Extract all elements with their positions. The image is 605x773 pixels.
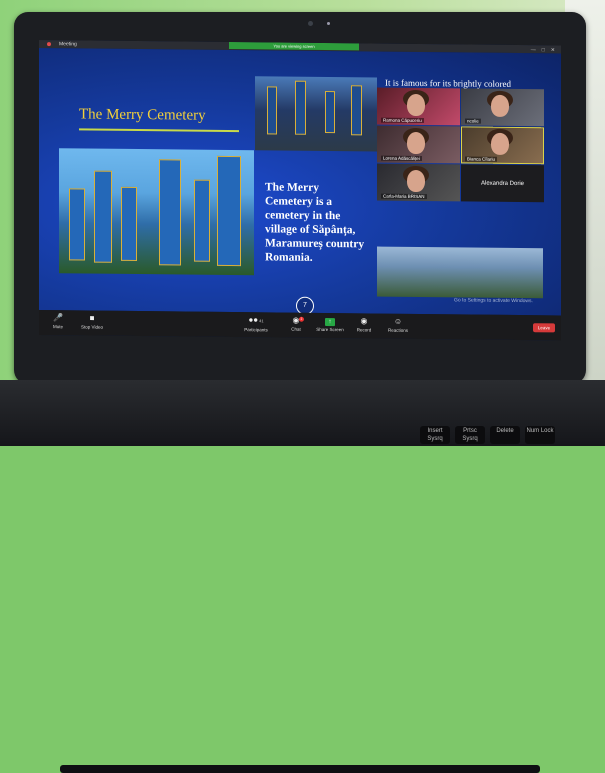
body-line: cemetery in the: [265, 209, 341, 223]
webcam-icon: [308, 21, 313, 26]
key-delete[interactable]: Delete: [490, 426, 520, 444]
laptop-hinge: [60, 765, 540, 773]
video-tile-camera-off[interactable]: Alexandra Dorie: [461, 164, 544, 203]
reactions-label: Reactions: [387, 327, 408, 333]
laptop-screen: Meeting You are viewing screen — □ ✕ The…: [39, 40, 561, 341]
participant-name: ncolie: [465, 118, 481, 124]
cross-shape: [159, 159, 181, 266]
cross-shape: [325, 90, 335, 134]
record-button[interactable]: ◉ Record: [347, 316, 381, 333]
slide-body-text: The Merry Cemetery is a cemetery in the …: [265, 180, 385, 265]
share-screen-label: Share Screen: [316, 326, 344, 333]
window-title: Meeting: [59, 41, 77, 48]
body-line: The Merry: [265, 181, 319, 194]
stop-video-button[interactable]: ■ Stop Video: [75, 313, 109, 330]
chat-button[interactable]: ◉ 2 Chat: [279, 316, 313, 333]
participant-name: Carla-Maria BRISAN: [381, 193, 427, 200]
title-underline: [79, 128, 239, 133]
participants-count: 41: [259, 318, 264, 324]
chat-label: Chat: [291, 326, 301, 332]
key-numlock[interactable]: Num Lock: [525, 426, 555, 444]
participants-button[interactable]: ●●41 Participants: [239, 315, 273, 333]
body-line: Romania.: [265, 251, 313, 264]
participants-icon: ●●41: [248, 315, 264, 325]
stop-video-label: Stop Video: [81, 324, 103, 330]
participant-face: [491, 94, 509, 117]
mute-label: Mute: [52, 324, 63, 330]
participant-gallery: Ramona Căpuceriu ncolie Lorena Adăscăliț…: [377, 87, 544, 240]
microphone-icon: 🎤: [53, 313, 63, 323]
activation-watermark: Go to Settings to activate Windows.: [454, 297, 533, 305]
leave-button[interactable]: Leave: [533, 323, 555, 333]
cemetery-photo-bottom: [377, 246, 543, 299]
body-line: Maramureș country: [265, 237, 365, 251]
participant-name: Lorena Adăscăliței: [381, 155, 422, 162]
key-prtsc[interactable]: Prtsc Sysrq: [455, 426, 485, 444]
share-screen-button[interactable]: ↑ Share Screen: [313, 316, 347, 333]
chat-bubble-icon: ◉: [292, 315, 300, 325]
video-tile[interactable]: Carla-Maria BRISAN: [377, 163, 460, 202]
cross-shape: [267, 86, 277, 135]
cross-shape: [295, 80, 306, 135]
record-label: Record: [356, 327, 372, 333]
cross-shape: [351, 85, 362, 136]
smiley-icon: ☺: [393, 316, 403, 326]
share-screen-icon: ↑: [325, 317, 335, 327]
body-line: Cemetery is a: [265, 195, 333, 209]
cross-shape: [217, 155, 241, 267]
video-tile[interactable]: Lorena Adăscăliței: [377, 125, 460, 164]
video-tile[interactable]: Ramona Căpuceriu: [377, 87, 460, 126]
app-logo-icon: [47, 42, 51, 47]
reactions-button[interactable]: ☺ Reactions: [381, 317, 415, 334]
cross-shape: [69, 188, 85, 261]
video-tile-active-speaker[interactable]: Bianca Cîlariu: [461, 126, 544, 165]
participant-face: [407, 169, 425, 193]
body-line: village of Săpânța,: [265, 223, 356, 237]
video-tile[interactable]: ncolie: [461, 88, 544, 127]
participant-face: [407, 93, 425, 117]
slide-title: The Merry Cemetery: [79, 106, 206, 124]
cemetery-photo-main: [59, 148, 254, 276]
record-icon: ◉: [360, 316, 368, 326]
participant-face: [407, 131, 425, 155]
share-banner: You are viewing screen: [229, 41, 359, 51]
cemetery-photo-top: [255, 76, 377, 152]
participant-name: Bianca Cîlariu: [465, 156, 498, 162]
webcam-led: [327, 22, 330, 25]
participants-label: Participants: [244, 327, 268, 333]
keyboard-keys: Insert Sysrq Prtsc Sysrq Delete Num Lock: [420, 426, 555, 444]
participant-name: Ramona Căpuceriu: [381, 117, 424, 124]
cross-shape: [94, 170, 112, 263]
cross-shape: [194, 179, 210, 262]
participant-name: Alexandra Dorie: [480, 180, 525, 187]
participant-face: [491, 132, 509, 155]
video-camera-icon: ■: [89, 313, 95, 323]
key-insert[interactable]: Insert Sysrq: [420, 426, 450, 444]
cross-shape: [121, 186, 137, 262]
mute-button[interactable]: 🎤 Mute: [41, 313, 75, 330]
chat-badge: 2: [299, 316, 304, 322]
